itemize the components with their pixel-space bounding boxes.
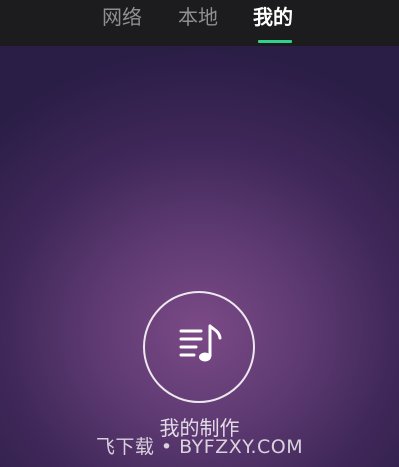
top-tab-bar: 网络 本地 我的 — [0, 0, 399, 46]
watermark-text: 飞下载 • BYFZXY.COM — [95, 436, 304, 458]
app-screen: 网络 本地 我的 我的制作 飞下载 • BYFZXY.COM — [0, 0, 399, 467]
tab-network[interactable]: 网络 — [102, 2, 142, 32]
active-tab-indicator — [258, 40, 292, 43]
my-creations-button[interactable] — [143, 291, 255, 403]
tab-local[interactable]: 本地 — [178, 2, 218, 32]
tab-mine[interactable]: 我的 — [253, 2, 293, 32]
playlist-music-icon — [179, 324, 222, 362]
